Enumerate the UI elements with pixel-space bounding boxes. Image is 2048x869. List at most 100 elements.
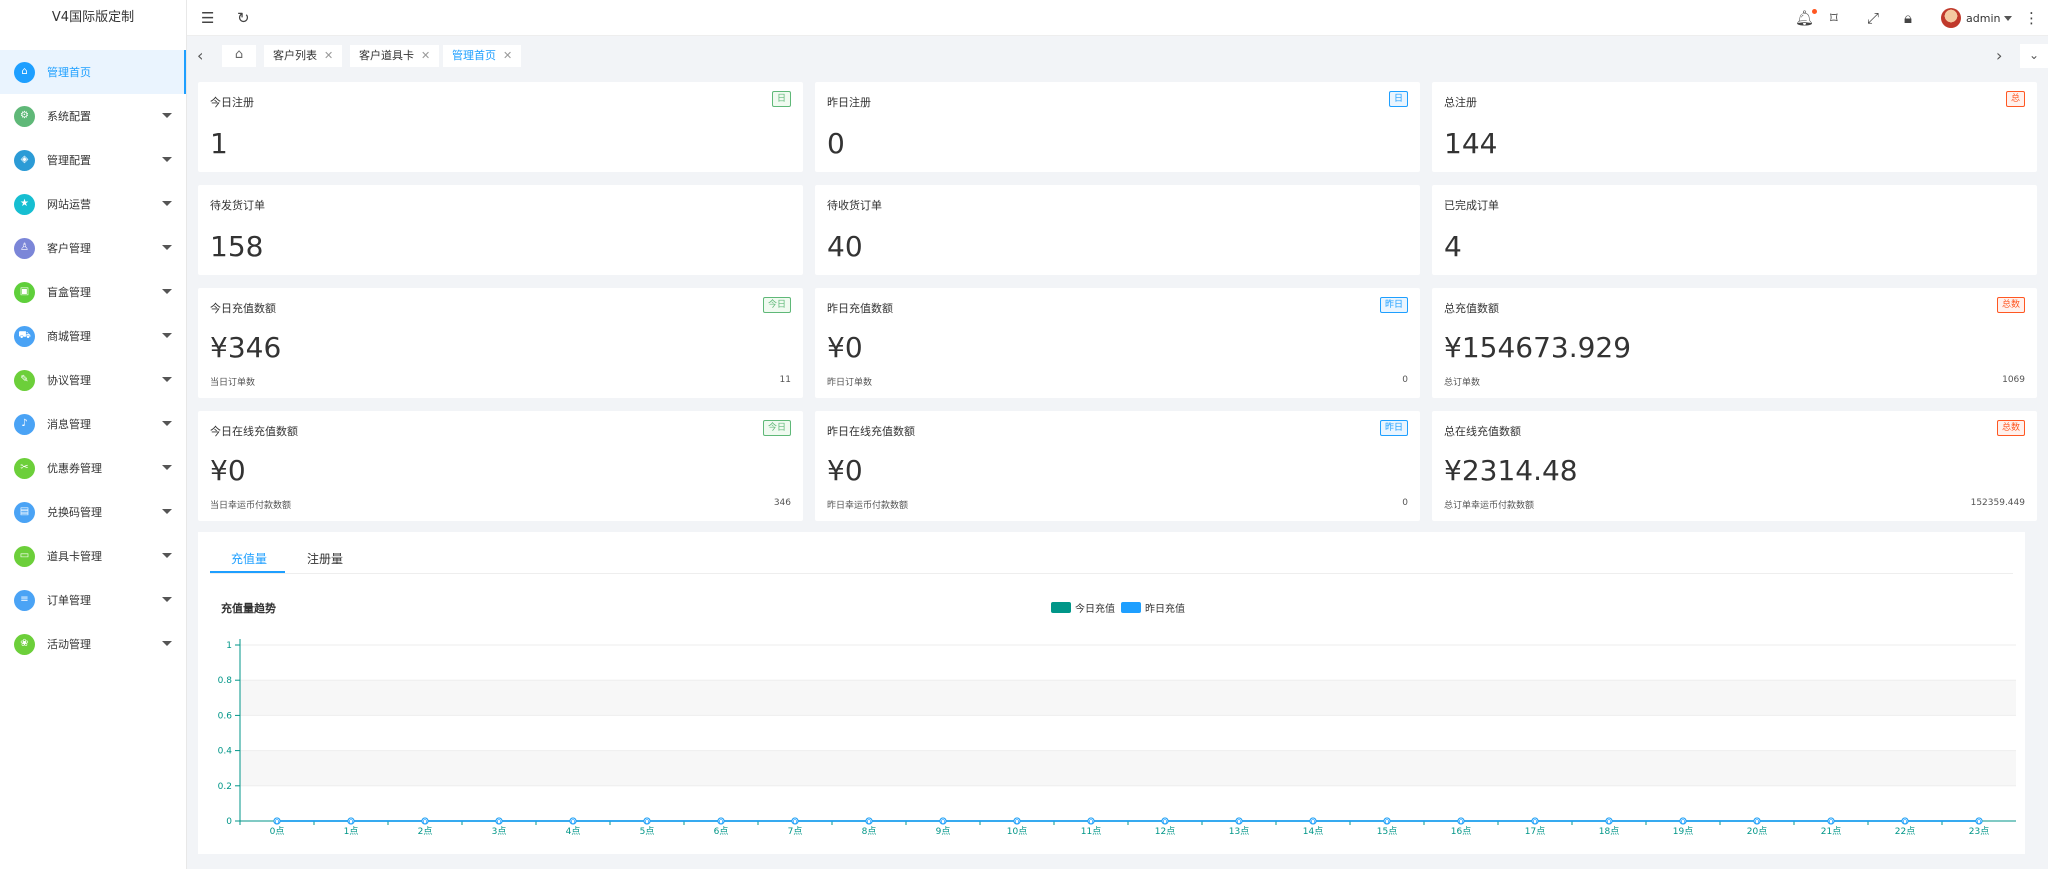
stat-card-footer-label: 昨日幸运币付款数额: [827, 501, 909, 511]
data-label: 0: [275, 818, 279, 826]
stat-card-value: ¥154673.929: [1444, 331, 1632, 364]
close-icon[interactable]: ✕: [421, 49, 430, 62]
bell-icon: ♪: [14, 413, 35, 435]
user-menu[interactable]: admin: [1941, 8, 2013, 28]
chevron-down-icon: [162, 245, 172, 250]
user-name: admin: [1966, 11, 2001, 25]
chevron-down-icon: [162, 465, 172, 470]
stat-card-value: 0: [827, 127, 845, 160]
stat-card-value: ¥0: [827, 454, 863, 487]
sidebar-item-0[interactable]: ⌂ 管理首页: [0, 50, 186, 94]
sidebar-item-label: 网站运营: [47, 198, 91, 211]
x-tick-label: 11点: [1081, 826, 1101, 837]
stat-card: 今日注册 日 1: [198, 82, 803, 172]
x-tick-label: 0点: [270, 826, 285, 837]
stat-card-title: 总注册: [1444, 96, 1477, 109]
x-tick-label: 21点: [1821, 826, 1841, 837]
y-tick-label: 1: [226, 641, 232, 651]
stat-card-value: ¥0: [210, 454, 246, 487]
data-label: 0: [1829, 818, 1833, 826]
chevron-down-icon: [162, 377, 172, 382]
sidebar-item-8[interactable]: ♪ 消息管理: [0, 402, 186, 446]
stat-card: 待收货订单 40: [815, 185, 1420, 275]
tab-admin-home[interactable]: 管理首页 ✕: [443, 45, 522, 67]
x-tick-label: 4点: [566, 826, 581, 837]
sidebar-item-label: 管理配置: [47, 154, 91, 167]
data-label: 0: [1977, 818, 1981, 826]
sidebar-item-6[interactable]: ⛟ 商城管理: [0, 314, 186, 358]
data-label: 0: [497, 818, 501, 826]
x-tick-label: 8点: [862, 826, 877, 837]
x-tick-label: 19点: [1673, 826, 1693, 837]
stat-card-title: 待收货订单: [827, 199, 882, 212]
stat-card: 昨日注册 日 0: [815, 82, 1420, 172]
stat-badge: 今日: [762, 420, 791, 436]
sidebar-item-12[interactable]: ≡ 订单管理: [0, 578, 186, 622]
sidebar-item-label: 消息管理: [47, 418, 91, 431]
sidebar-item-7[interactable]: ✎ 协议管理: [0, 358, 186, 402]
sidebar: V4国际版定制 ⌂ 管理首页 ⚙ 系统配置 ◈ 管理配置 ★ 网站运营 ♙ 客户管理 ▣ 盲盒管理 ⛟ 商…: [0, 0, 187, 869]
stat-card-footer-label: 昨日订单数: [827, 378, 873, 388]
data-label: 0: [1755, 818, 1759, 826]
tab-options-chevron-icon[interactable]: ⌄: [2020, 44, 2048, 68]
sidebar-item-1[interactable]: ⚙ 系统配置: [0, 94, 186, 138]
sidebar-item-13[interactable]: ❀ 活动管理: [0, 622, 186, 666]
data-label: 0: [1459, 818, 1463, 826]
more-icon[interactable]: ⋮: [2024, 8, 2039, 28]
data-label: 0: [793, 818, 797, 826]
home-icon: ⌂: [14, 61, 35, 83]
data-label: 0: [571, 818, 575, 826]
stat-badge: 今日: [762, 297, 791, 313]
refresh-icon[interactable]: ↻: [237, 8, 250, 28]
x-tick-label: 23点: [1969, 826, 1989, 837]
fullscreen-icon[interactable]: ⤢: [1867, 8, 1879, 28]
stat-card: 已完成订单 4: [1432, 185, 2037, 275]
data-label: 0: [349, 818, 353, 826]
sidebar-item-label: 道具卡管理: [47, 550, 102, 563]
chevron-down-icon: [162, 201, 172, 206]
user-icon: ♙: [14, 237, 35, 259]
menu-toggle-icon[interactable]: ☰: [201, 8, 214, 28]
sidebar-item-label: 管理首页: [47, 66, 91, 79]
sidebar-item-5[interactable]: ▣ 盲盒管理: [0, 270, 186, 314]
sidebar-item-label: 优惠券管理: [47, 462, 102, 475]
tab-customer-prop-card[interactable]: 客户道具卡 ✕: [350, 45, 440, 67]
chevron-down-icon: [162, 553, 172, 558]
sidebar-item-3[interactable]: ★ 网站运营: [0, 182, 186, 226]
close-icon[interactable]: ✕: [324, 49, 333, 62]
sidebar-item-9[interactable]: ✂ 优惠券管理: [0, 446, 186, 490]
sidebar-item-10[interactable]: ▤ 兑换码管理: [0, 490, 186, 534]
data-label: 0: [1237, 818, 1241, 826]
stat-badge: 总数: [1996, 420, 2025, 436]
stat-card-footer-value: 346: [773, 498, 791, 508]
sidebar-item-2[interactable]: ◈ 管理配置: [0, 138, 186, 182]
sidebar-item-4[interactable]: ♙ 客户管理: [0, 226, 186, 270]
document-icon: ✎: [14, 369, 35, 391]
data-label: 0: [423, 818, 427, 826]
chevron-down-icon: [162, 157, 172, 162]
stat-badge: 昨日: [1379, 420, 1408, 436]
sidebar-item-11[interactable]: ▭ 道具卡管理: [0, 534, 186, 578]
cart-icon: ⛟: [14, 325, 35, 347]
tab-customer-list[interactable]: 客户列表 ✕: [264, 45, 343, 67]
y-tick-label: 0.2: [218, 782, 232, 792]
data-label: 0: [1903, 818, 1907, 826]
notification-dot: [1812, 9, 1818, 14]
chevron-down-icon: [162, 333, 172, 338]
tab-scroll-right-icon[interactable]: ›: [1996, 46, 2002, 65]
stat-card-footer-value: 152359.449: [1970, 498, 2025, 508]
home-tab[interactable]: ⌂: [222, 45, 256, 67]
tab-scroll-left-icon[interactable]: ‹: [197, 46, 203, 65]
lock-icon[interactable]: 🔒︎: [1904, 8, 1912, 28]
app-title: V4国际版定制: [51, 10, 135, 25]
close-icon[interactable]: ✕: [503, 49, 512, 62]
sidebar-item-label: 兑换码管理: [47, 506, 102, 519]
bell-icon[interactable]: 🔔︎: [1795, 8, 1818, 28]
tag-icon[interactable]: ⌑: [1830, 8, 1838, 28]
stat-card-footer-label: 总订单数: [1444, 378, 1481, 388]
stat-card-value: 1: [210, 127, 228, 160]
grid-band: [240, 750, 2016, 786]
stat-card-value: ¥0: [827, 331, 863, 364]
stat-card-footer-label: 总订单幸运币付款数额: [1444, 501, 1535, 511]
y-tick-label: 0.4: [218, 747, 233, 757]
